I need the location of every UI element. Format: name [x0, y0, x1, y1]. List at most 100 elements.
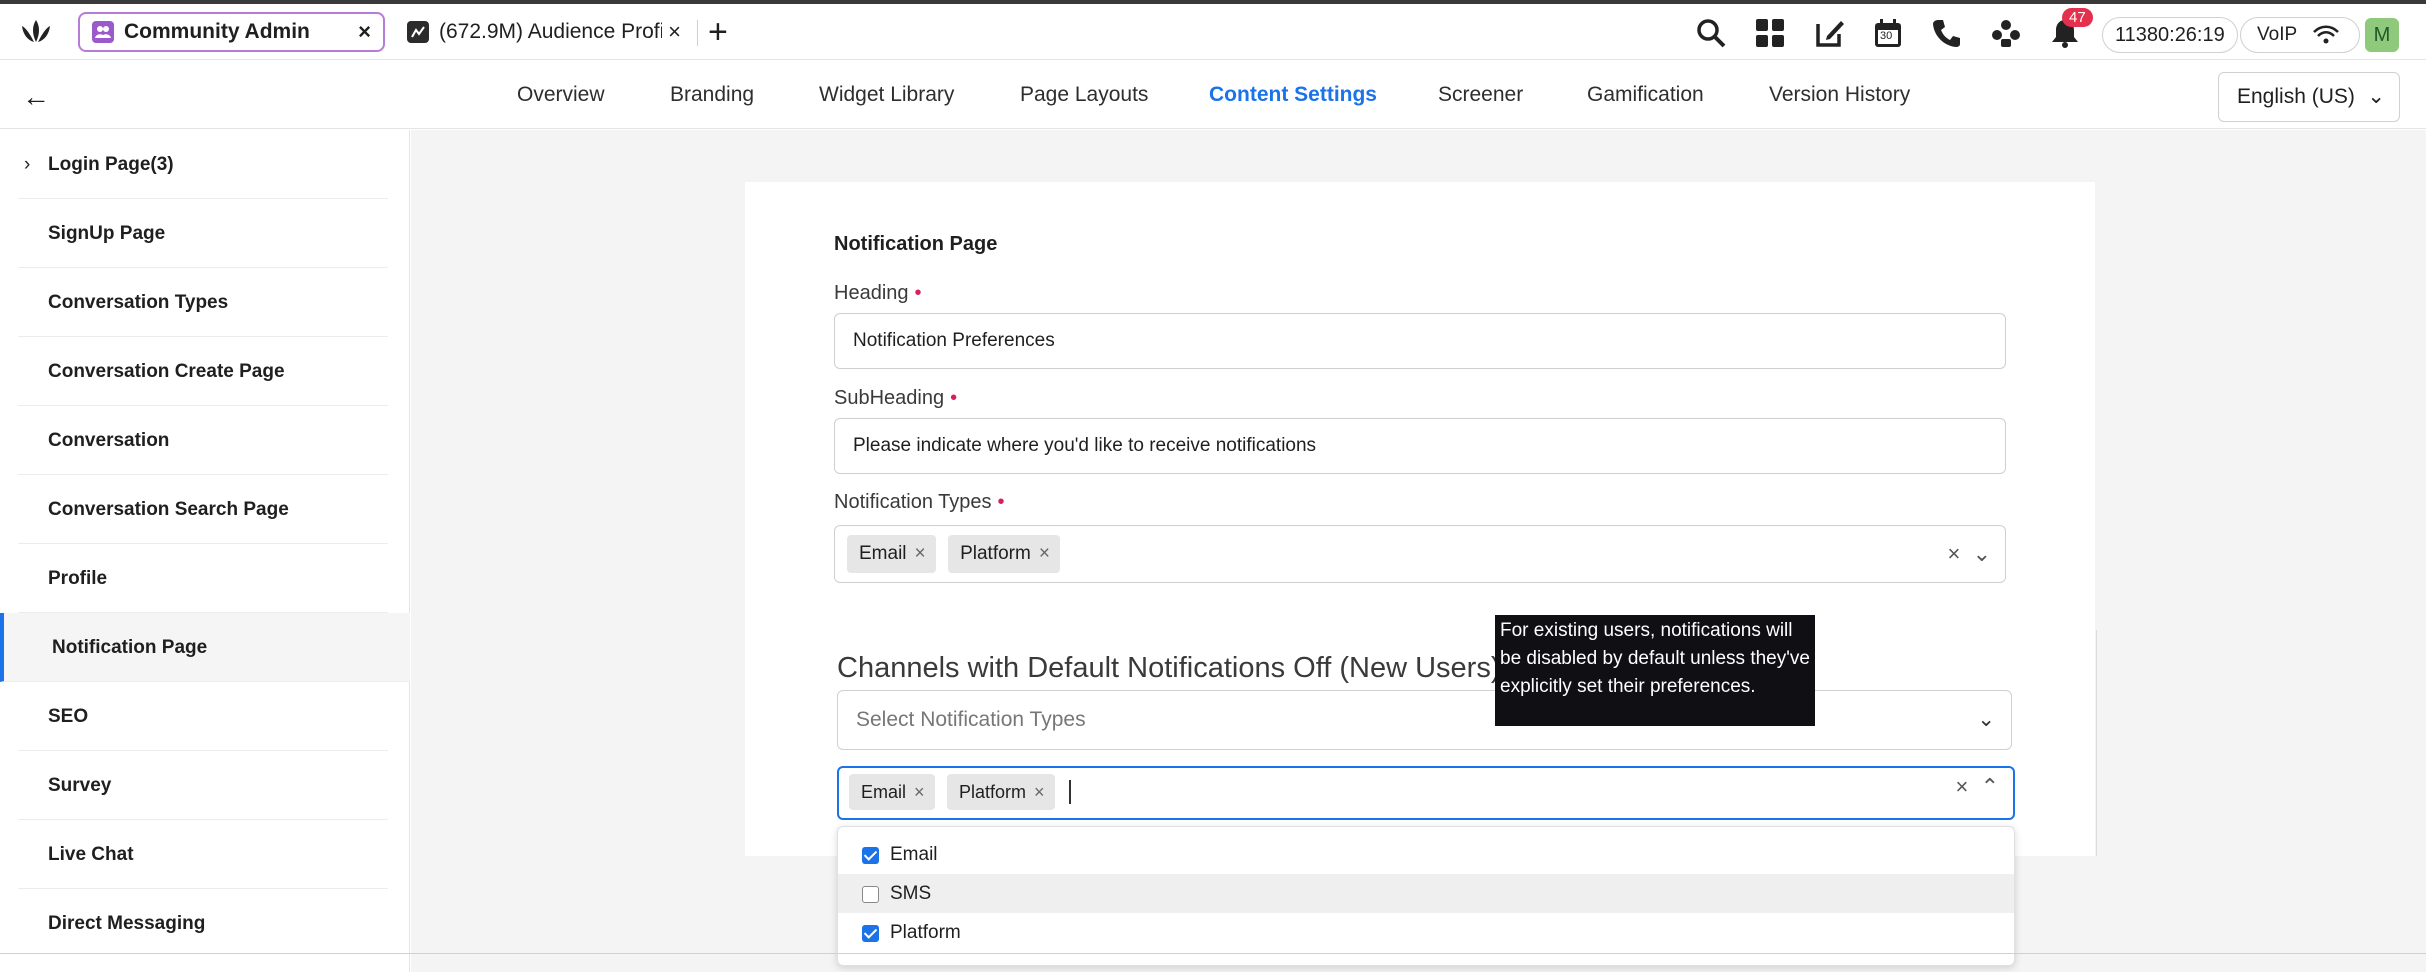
heading-input[interactable]: Notification Preferences	[834, 313, 2006, 369]
sidebar-item-label: Conversation	[48, 430, 170, 451]
remove-chip-icon[interactable]: ×	[1034, 782, 1045, 802]
remove-chip-icon[interactable]: ×	[914, 782, 925, 802]
remove-chip-icon[interactable]: ×	[1039, 543, 1050, 564]
option-email[interactable]: Email	[838, 835, 2014, 874]
option-platform[interactable]: Platform	[838, 913, 2014, 952]
browser-tab-bar: Community Admin × (672.9M) Audience Prof…	[0, 4, 2426, 60]
calendar-day: 30	[1880, 30, 1893, 42]
option-label: SMS	[890, 883, 932, 904]
tab-page-layouts[interactable]: Page Layouts	[1020, 83, 1148, 107]
tab-community-admin[interactable]: Community Admin ×	[78, 12, 385, 52]
chip-label: Email	[859, 543, 907, 564]
new-tab-button[interactable]: +	[708, 14, 728, 50]
notification-count-badge: 47	[2062, 8, 2093, 27]
option-label: Email	[890, 844, 938, 865]
chevron-down-icon[interactable]: ⌄	[1973, 541, 1991, 566]
settings-sidebar: › Login Page(3) SignUp Page Conversation…	[0, 130, 410, 972]
tab-divider	[697, 20, 698, 46]
sidebar-item-conversation-create-page[interactable]: Conversation Create Page	[18, 337, 388, 406]
tab-widget-library[interactable]: Widget Library	[819, 83, 954, 107]
chip-email: Email ×	[849, 774, 935, 810]
sidebar-item-direct-messaging[interactable]: Direct Messaging	[18, 889, 388, 958]
voip-status[interactable]: VoIP	[2240, 17, 2360, 53]
sidebar-item-label: Conversation Create Page	[48, 361, 285, 382]
channels-multiselect-input[interactable]: Email × Platform × × ⌃	[837, 766, 2015, 820]
chip-platform: Platform ×	[946, 774, 1055, 810]
compose-icon[interactable]	[1815, 18, 1845, 48]
tab-branding[interactable]: Branding	[670, 83, 754, 107]
chevron-up-icon[interactable]: ⌃	[1981, 774, 1999, 799]
remove-chip-icon[interactable]: ×	[915, 543, 926, 564]
select-placeholder: Select Notification Types	[856, 708, 1086, 731]
notification-types-select[interactable]: Email × Platform × × ⌄	[834, 525, 2006, 583]
chip-label: Platform	[958, 782, 1027, 802]
sidebar-item-profile[interactable]: Profile	[18, 544, 388, 613]
tab-screener[interactable]: Screener	[1438, 83, 1523, 107]
chip-email: Email ×	[847, 535, 936, 573]
subheading-label-text: SubHeading	[834, 387, 945, 409]
sidebar-item-label: Live Chat	[48, 844, 134, 865]
tab-audience-profile[interactable]: (672.9M) Audience Profile ×	[395, 12, 693, 52]
tab-content-settings[interactable]: Content Settings	[1209, 83, 1377, 107]
tab-label: Community Admin	[124, 20, 310, 43]
option-sms[interactable]: SMS	[838, 874, 2014, 913]
chevron-down-icon: ⌄	[1977, 708, 1995, 731]
search-icon[interactable]	[1696, 18, 1726, 48]
sidebar-item-conversation-types[interactable]: Conversation Types	[18, 268, 388, 337]
subheading-label: SubHeading •	[834, 387, 957, 410]
sidebar-item-conversation[interactable]: Conversation	[18, 406, 388, 475]
sidebar-item-signup-page[interactable]: SignUp Page	[18, 199, 388, 268]
clear-icon[interactable]: ×	[1947, 541, 1960, 566]
section-title: Notification Page	[834, 233, 998, 255]
channels-title: Channels with Default Notifications Off …	[837, 652, 1531, 685]
settings-card	[745, 182, 2095, 856]
option-label: Platform	[890, 922, 961, 943]
grid-icon[interactable]	[1755, 18, 1785, 48]
sidebar-item-notification-page[interactable]: Notification Page	[0, 613, 410, 682]
sidebar-item-seo[interactable]: SEO	[18, 682, 388, 751]
checkbox-unchecked[interactable]	[862, 886, 879, 903]
sidebar-item-label: Direct Messaging	[48, 913, 206, 934]
sidebar-item-label: Conversation Types	[48, 292, 229, 313]
wifi-icon	[2313, 25, 2339, 44]
user-avatar[interactable]: M	[2365, 18, 2399, 52]
required-marker: •	[950, 387, 958, 409]
sidebar-item-label: Login Page(3)	[48, 154, 174, 175]
sidebar-item-label: SEO	[48, 706, 89, 727]
tab-gamification[interactable]: Gamification	[1587, 83, 1704, 107]
chevron-right-icon: ›	[24, 154, 31, 175]
voip-label: VoIP	[2257, 24, 2298, 45]
sidebar-item-conversation-search-page[interactable]: Conversation Search Page	[18, 475, 388, 544]
chip-platform: Platform ×	[948, 535, 1060, 573]
phone-icon[interactable]	[1932, 18, 1962, 48]
community-icon	[92, 21, 114, 43]
checkbox-checked[interactable]	[862, 847, 879, 864]
heading-label: Heading •	[834, 282, 922, 305]
tab-label: (672.9M) Audience Profile	[439, 20, 663, 43]
tab-overview[interactable]: Overview	[517, 83, 605, 107]
subheading-input[interactable]: Please indicate where you'd like to rece…	[834, 418, 2006, 474]
notification-types-label: Notification Types •	[834, 491, 1005, 514]
audience-icon	[407, 21, 429, 43]
content-nav-bar: ← Overview Branding Widget Library Page …	[0, 61, 2426, 129]
tab-version-history[interactable]: Version History	[1769, 83, 1910, 107]
checkbox-checked[interactable]	[862, 925, 879, 942]
agents-icon[interactable]	[1991, 18, 2021, 48]
required-marker: •	[914, 282, 922, 304]
close-tab-icon[interactable]: ×	[358, 19, 371, 45]
close-tab-icon[interactable]: ×	[668, 19, 681, 45]
channels-dropdown-menu: Email SMS Platform	[837, 826, 2015, 966]
select-controls: × ⌄	[1947, 526, 1991, 582]
text-caret	[1068, 780, 1071, 804]
app-logo-icon	[22, 20, 50, 42]
language-select[interactable]: English (US) ⌄	[2218, 72, 2400, 122]
chevron-down-icon: ⌄	[2367, 85, 2385, 108]
channels-select[interactable]: Select Notification Types ⌄	[837, 690, 2012, 750]
back-arrow-icon[interactable]: ←	[22, 81, 50, 113]
sidebar-item-label: Conversation Search Page	[48, 499, 289, 520]
sidebar-item-login-page[interactable]: › Login Page(3)	[18, 130, 388, 199]
sidebar-item-label: Survey	[48, 775, 112, 796]
clear-icon[interactable]: ×	[1955, 774, 1968, 799]
sidebar-item-live-chat[interactable]: Live Chat	[18, 820, 388, 889]
sidebar-item-survey[interactable]: Survey	[18, 751, 388, 820]
